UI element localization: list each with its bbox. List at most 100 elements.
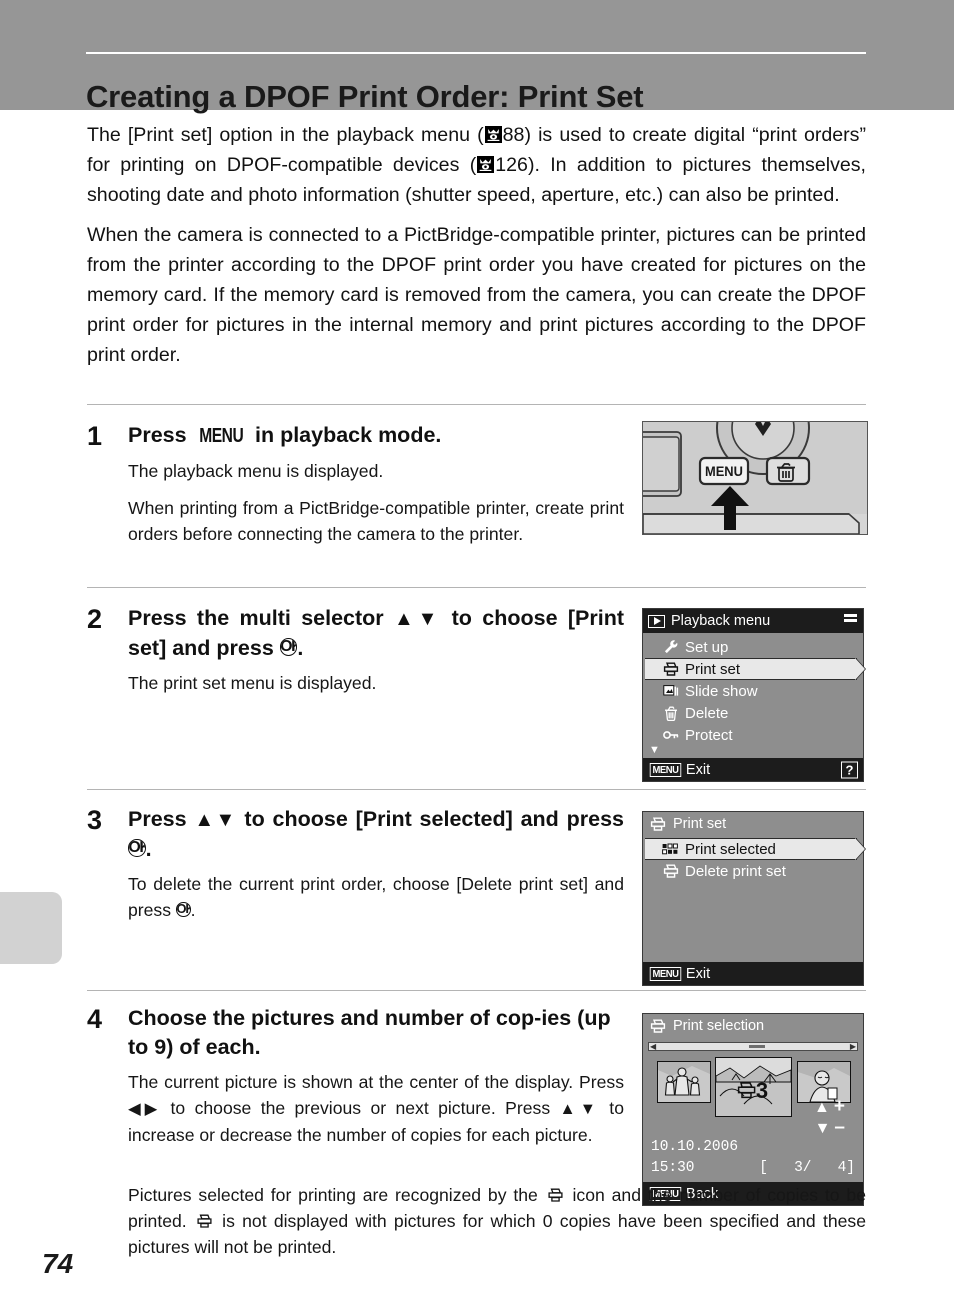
frame-counter: [ 3/ 4] bbox=[759, 1158, 855, 1179]
step-2-sub-1: The print set menu is displayed. bbox=[128, 673, 377, 693]
rule-above-step-4 bbox=[87, 990, 866, 991]
print-set-bottombar: MENU Exit bbox=[643, 962, 863, 985]
playback-menu-titlebar: Playback menu bbox=[643, 609, 863, 633]
menu-badge-icon: MENU bbox=[649, 966, 682, 981]
wrench-icon bbox=[661, 639, 680, 655]
menu-item-delete-print-set[interactable]: Delete print set bbox=[643, 860, 863, 882]
closing-note-c: is not displayed with pictures for which… bbox=[128, 1211, 866, 1257]
step-1-heading: Press MENU in playback mode. bbox=[128, 421, 624, 451]
step-1-number: 1 bbox=[87, 421, 103, 451]
menu-item-label: Print selected bbox=[685, 840, 776, 858]
menu-item-label: Print set bbox=[685, 660, 741, 678]
closing-note-a: Pictures selected for printing are recog… bbox=[128, 1185, 545, 1205]
lcd-playback-menu: Playback menu Set up Print set Slide sho… bbox=[642, 608, 865, 782]
page-number: 74 bbox=[42, 1248, 74, 1279]
selection-caret-icon bbox=[855, 838, 865, 860]
scroll-right-arrow-icon[interactable]: ▶ bbox=[850, 1043, 856, 1051]
intro-paragraph-2: When the camera is connected to a PictBr… bbox=[87, 223, 866, 367]
trash-icon bbox=[661, 706, 680, 721]
counter-open-bracket: [ bbox=[759, 1160, 768, 1176]
menu-item-protect[interactable]: Protect bbox=[643, 724, 863, 746]
up-down-arrows-glyph: ▲▼ bbox=[559, 1100, 601, 1118]
closing-note: Pictures selected for printing are recog… bbox=[128, 1182, 866, 1260]
menu-button-glyph: MENU bbox=[198, 425, 244, 447]
menu-item-label: Set up bbox=[685, 638, 729, 656]
step-2-number: 2 bbox=[87, 604, 103, 634]
printer-icon bbox=[661, 662, 680, 677]
rule-above-step-2 bbox=[87, 587, 866, 588]
intro-p1-ref-1: 88 bbox=[502, 124, 525, 146]
page-title: Creating a DPOF Print Order: Print Set bbox=[86, 78, 644, 114]
playback-icon bbox=[648, 614, 665, 628]
menu-item-label: Delete bbox=[685, 704, 729, 722]
print-set-title: Print set bbox=[673, 816, 727, 832]
step-2-heading-c: . bbox=[297, 636, 304, 660]
step-3-sub-a: To delete the current print order, choos… bbox=[128, 874, 624, 920]
exit-label[interactable]: Exit bbox=[686, 762, 710, 778]
counter-current: 3/ bbox=[794, 1160, 812, 1176]
step-2-body: Press the multi selector ▲▼ to choose [P… bbox=[128, 604, 624, 696]
camera-illustration: MENU bbox=[642, 421, 868, 535]
copies-adjust-hint: ▲ + ▼ – bbox=[814, 1097, 845, 1139]
intro-section: The [Print set] option in the playback m… bbox=[87, 120, 866, 371]
figure-print-set-menu: Print set Print selected Delete print se… bbox=[642, 811, 866, 986]
step-1-body: Press MENU in playback mode. The playbac… bbox=[128, 421, 624, 547]
thumbnail-current[interactable]: 3 bbox=[715, 1057, 792, 1117]
minus-symbol: – bbox=[834, 1117, 845, 1138]
step-3-heading: Press ▲▼ to choose [Print selected] and … bbox=[128, 805, 624, 864]
figure-print-selection: Print selection ◀ ▶ 3 ▲ + ▼ – 10.10.2006… bbox=[642, 1013, 866, 1206]
capture-time: 15:30 bbox=[651, 1160, 695, 1176]
menu-item-label: Delete print set bbox=[685, 862, 786, 880]
capture-date: 10.10.2006 bbox=[651, 1139, 739, 1155]
scrollbar-knob[interactable] bbox=[748, 1045, 765, 1048]
header-rule bbox=[86, 52, 866, 54]
key-icon bbox=[661, 728, 680, 742]
thumbnail-scrollbar[interactable]: ◀ ▶ bbox=[648, 1042, 858, 1051]
step-3-heading-c: . bbox=[145, 837, 152, 861]
help-badge-icon[interactable]: ? bbox=[841, 761, 858, 778]
selection-caret-icon bbox=[855, 658, 865, 680]
thumbnail-previous[interactable] bbox=[657, 1061, 711, 1103]
menu-badge-icon: MENU bbox=[649, 762, 682, 777]
scroll-indicator-icon bbox=[844, 614, 857, 624]
step-4-sub-a: The current picture is shown at the cent… bbox=[128, 1072, 624, 1092]
step-1-sub-1: The playback menu is displayed. bbox=[128, 461, 384, 481]
menu-item-print-selected[interactable]: Print selected bbox=[645, 838, 865, 860]
step-3-sub-1: To delete the current print order, choos… bbox=[128, 871, 624, 923]
decrease-copies-hint: ▼ – bbox=[814, 1117, 845, 1138]
page-reference-icon bbox=[484, 126, 502, 143]
menu-item-set-up[interactable]: Set up bbox=[643, 636, 863, 658]
counter-total: 4] bbox=[837, 1160, 855, 1176]
exit-label[interactable]: Exit bbox=[686, 966, 710, 982]
lcd-print-set: Print set Print selected Delete print se… bbox=[642, 811, 865, 986]
printer-icon bbox=[648, 817, 667, 832]
playback-menu-list: Set up Print set Slide show Delete Prote… bbox=[643, 633, 865, 758]
playback-menu-title: Playback menu bbox=[671, 613, 771, 629]
copies-count-on-thumbnail: 3 bbox=[756, 1078, 768, 1103]
menu-item-print-set[interactable]: Print set bbox=[645, 658, 865, 680]
step-4-heading: Choose the pictures and number of cop-ie… bbox=[128, 1004, 624, 1062]
step-1-heading-a: Press bbox=[128, 423, 193, 447]
print-selection-info: 10.10.2006 15:30 [ 3/ 4] bbox=[643, 1137, 863, 1179]
menu-item-slide-show[interactable]: Slide show bbox=[643, 680, 863, 702]
scroll-left-arrow-icon[interactable]: ◀ bbox=[650, 1043, 656, 1051]
print-selection-titlebar: Print selection bbox=[643, 1014, 863, 1038]
rule-above-step-3 bbox=[87, 789, 866, 790]
capture-time-and-counter: 15:30 [ 3/ 4] bbox=[651, 1158, 855, 1179]
thumbnail-strip: 3 ▲ + ▼ – bbox=[649, 1055, 857, 1139]
step-4-heading-line-1: Choose the pictures and number of cop- bbox=[128, 1006, 542, 1030]
printer-icon bbox=[196, 1210, 213, 1228]
ok-button-glyph: OK bbox=[175, 902, 191, 917]
step-1-heading-b: in playback mode. bbox=[249, 423, 442, 447]
step-3-sub-b: . bbox=[190, 900, 196, 920]
step-3-body: Press ▲▼ to choose [Print selected] and … bbox=[128, 805, 624, 923]
grid-icon bbox=[661, 843, 680, 855]
step-3-number: 3 bbox=[87, 805, 103, 835]
scroll-down-indicator-icon: ▼ bbox=[649, 744, 660, 756]
menu-item-delete[interactable]: Delete bbox=[643, 702, 863, 724]
ok-button-glyph: OK bbox=[128, 839, 146, 857]
lcd-print-selection: Print selection ◀ ▶ 3 ▲ + ▼ – 10.10.2006… bbox=[642, 1013, 864, 1206]
plus-symbol: + bbox=[833, 1096, 845, 1117]
svg-text:MENU: MENU bbox=[705, 464, 743, 480]
intro-paragraph-1: The [Print set] option in the playback m… bbox=[87, 120, 866, 211]
